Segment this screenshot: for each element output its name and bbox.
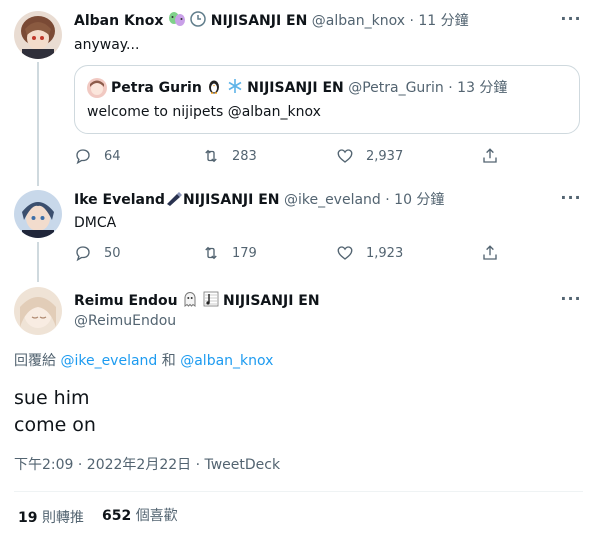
tweet-text: anyway... (74, 37, 140, 53)
avatar[interactable] (14, 190, 62, 238)
like-icon (337, 246, 353, 260)
share-icon (483, 245, 497, 260)
snowflake-emoji-icon (227, 78, 243, 99)
reply-button[interactable]: 64 (74, 147, 121, 165)
display-name[interactable]: Reimu Endou (74, 293, 178, 309)
display-name[interactable]: Alban Knox (74, 13, 163, 29)
thread-line (37, 242, 39, 282)
retweet-total: 19 (18, 510, 38, 526)
fountain-pen-emoji-icon (165, 190, 183, 211)
reply-icon (76, 149, 90, 165)
like-button[interactable]: 2,937 (336, 147, 403, 165)
retweet-count: 179 (232, 245, 257, 261)
handle[interactable]: @ReimuEndou (74, 312, 176, 330)
clock-emoji-icon (190, 11, 207, 32)
affiliation-badge: NIJISANJI EN (210, 13, 308, 29)
timestamp[interactable]: 10 分鐘 (394, 192, 444, 208)
retweet-count: 283 (232, 148, 257, 164)
reply-context: 回覆給 @ike_eveland 和 @alban_knox (14, 352, 273, 370)
tweet-text: DMCA (74, 215, 117, 231)
like-stat-label: 個喜歡 (135, 508, 178, 524)
like-button[interactable]: 1,923 (336, 244, 403, 262)
engagement-stats: 652 個喜歡 (102, 507, 178, 525)
affiliation-badge: NIJISANJI EN (182, 192, 280, 208)
like-total: 652 (102, 508, 132, 524)
like-icon (337, 149, 353, 163)
main-tweet-line: sue him (14, 387, 90, 409)
retweet-stat-label: 則轉推 (41, 510, 84, 526)
share-button[interactable] (481, 244, 511, 262)
main-tweet-line: come on (14, 414, 96, 436)
handle: @Petra_Gurin (348, 80, 444, 96)
reply-icon (76, 246, 90, 262)
tweet-actions: 64 283 2,937 (74, 147, 504, 167)
more-icon[interactable]: ··· (559, 291, 583, 312)
reply-button[interactable]: 50 (74, 244, 121, 262)
affiliation-badge: NIJISANJI EN (247, 80, 344, 96)
separator: · (385, 192, 390, 208)
tweet-header: Ike Eveland NIJISANJI EN @ike_eveland · … (74, 190, 444, 211)
quoted-tweet[interactable]: Petra Gurin NIJISANJI EN @Petra_Gurin · … (74, 65, 580, 134)
affiliation-badge: NIJISANJI EN (223, 293, 320, 309)
quote-header: Petra Gurin NIJISANJI EN @Petra_Gurin · … (111, 78, 507, 99)
divider (14, 491, 583, 492)
retweet-stat[interactable]: 19 則轉推 (18, 510, 84, 526)
display-name: Petra Gurin (111, 80, 202, 96)
avatar[interactable] (14, 11, 62, 59)
tweet-header: Alban Knox NIJISANJI EN @alban_knox · 11… (74, 11, 469, 32)
reply-and: 和 (161, 353, 176, 369)
share-icon (483, 148, 497, 163)
tweet-header: Reimu Endou NIJISANJI EN (74, 291, 320, 312)
more-icon[interactable]: ··· (559, 190, 583, 211)
thread-line (37, 62, 39, 186)
quote-text: welcome to nijipets @alban_knox (87, 104, 321, 120)
reply-mention-link[interactable]: @alban_knox (180, 353, 273, 369)
handle[interactable]: @ike_eveland (284, 192, 381, 208)
penguin-emoji-icon (206, 78, 222, 99)
mask-emoji-icon (168, 11, 186, 32)
like-stat[interactable]: 652 個喜歡 (102, 508, 178, 524)
reply-count: 50 (104, 245, 121, 261)
tweet-actions: 50 179 1,923 (74, 244, 504, 264)
share-button[interactable] (481, 147, 511, 165)
tweet-timestamp[interactable]: 下午2:09 · 2022年2月22日 · TweetDeck (14, 456, 280, 474)
avatar[interactable] (14, 287, 62, 335)
handle[interactable]: @alban_knox (312, 13, 405, 29)
retweet-button[interactable]: 283 (202, 147, 257, 165)
separator: · (409, 13, 414, 29)
display-name[interactable]: Ike Eveland (74, 192, 165, 208)
timestamp: 13 分鐘 (457, 80, 508, 96)
reply-prefix: 回覆給 (14, 353, 56, 369)
separator: · (448, 80, 453, 96)
retweet-icon (205, 149, 217, 163)
like-count: 1,923 (366, 245, 404, 261)
ghost-emoji-icon (182, 291, 198, 312)
retweet-icon (205, 246, 217, 260)
engagement-stats: 19 則轉推 (18, 509, 84, 527)
like-count: 2,937 (366, 148, 404, 164)
retweet-button[interactable]: 179 (202, 244, 257, 262)
reply-count: 64 (104, 148, 121, 164)
music-score-emoji-icon (203, 291, 219, 312)
avatar (87, 78, 107, 98)
reply-mention-link[interactable]: @ike_eveland (60, 353, 157, 369)
more-icon[interactable]: ··· (559, 11, 583, 32)
timestamp[interactable]: 11 分鐘 (418, 13, 468, 29)
